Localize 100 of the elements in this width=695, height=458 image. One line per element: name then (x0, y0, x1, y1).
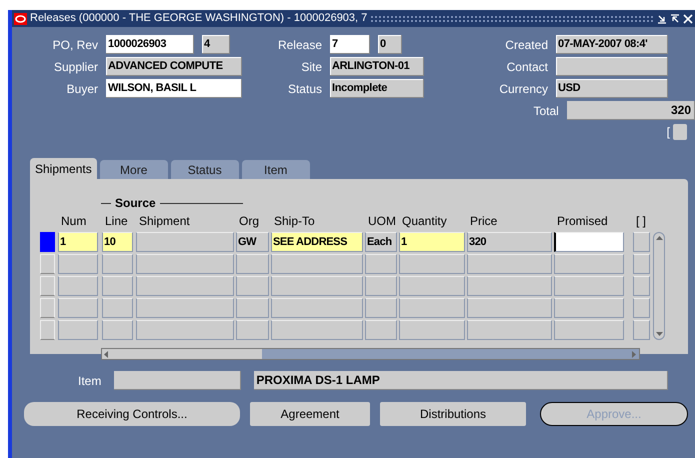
minimize-icon[interactable] (657, 14, 667, 24)
input-field[interactable]: WILSON, BASIL L (106, 79, 242, 98)
readonly-field[interactable] (556, 57, 668, 76)
table-cell[interactable]: SEE ADDRESS (271, 232, 363, 252)
scroll-right-icon[interactable] (632, 350, 636, 358)
readonly-field[interactable]: PROXIMA DS-1 LAMP (254, 371, 668, 390)
table-cell[interactable] (102, 320, 133, 340)
table-cell[interactable]: Each (365, 232, 397, 252)
table-cell[interactable] (365, 276, 397, 296)
table-cell[interactable] (399, 276, 465, 296)
table-cell[interactable] (365, 298, 397, 318)
table-cell[interactable] (467, 254, 552, 274)
action-button[interactable]: Agreement (250, 402, 370, 426)
column-header: Org (238, 213, 260, 230)
column-header: Line (104, 213, 129, 230)
table-cell[interactable] (58, 298, 98, 318)
table-cell[interactable]: GW (236, 232, 269, 252)
field-label: Currency (498, 80, 548, 98)
readonly-field[interactable]: ARLINGTON-01 (330, 57, 424, 76)
table-cell[interactable] (467, 276, 552, 296)
field-label: Total (532, 102, 559, 120)
table-cell[interactable] (271, 254, 363, 274)
row-selector[interactable] (40, 254, 55, 274)
table-cell[interactable] (271, 276, 363, 296)
table-cell[interactable] (633, 298, 650, 318)
table-cell[interactable] (633, 254, 650, 274)
readonly-field[interactable]: 0 (378, 35, 402, 54)
table-cell[interactable] (467, 320, 552, 340)
column-header: UOM (367, 213, 397, 230)
field-label: PO, Rev (52, 36, 98, 54)
table-cell[interactable] (554, 276, 624, 296)
table-cell[interactable] (136, 254, 234, 274)
table-cell[interactable] (365, 254, 397, 274)
table-cell[interactable] (399, 254, 465, 274)
table-cell[interactable] (633, 232, 650, 252)
close-icon[interactable] (683, 14, 693, 24)
table-cell[interactable] (271, 320, 363, 340)
maximize-icon[interactable] (670, 14, 680, 24)
tab[interactable]: More (100, 160, 168, 179)
scroll-down-icon[interactable] (656, 332, 662, 336)
table-cell[interactable] (271, 298, 363, 318)
column-header: Shipment (138, 213, 191, 230)
table-cell[interactable] (236, 276, 269, 296)
table-cell[interactable]: 10 (102, 232, 133, 252)
table-cell[interactable] (365, 320, 397, 340)
table-cell[interactable] (467, 298, 552, 318)
table-cell[interactable] (554, 298, 624, 318)
readonly-field[interactable]: USD (556, 79, 668, 98)
table-cell[interactable]: 320 (467, 232, 552, 252)
table-cell[interactable] (554, 254, 624, 274)
scroll-thumb[interactable] (102, 349, 262, 359)
readonly-field[interactable]: 07-MAY-2007 08:4' (556, 35, 668, 54)
table-cell[interactable] (102, 276, 133, 296)
table-cell[interactable] (102, 298, 133, 318)
table-cell[interactable] (58, 254, 98, 274)
row-selector[interactable] (40, 298, 55, 318)
scroll-left-icon[interactable] (104, 350, 108, 358)
action-button[interactable]: Receiving Controls... (24, 402, 240, 426)
row-selector[interactable] (40, 276, 55, 296)
row-selector[interactable] (40, 320, 55, 340)
group-title: Source (115, 195, 156, 212)
horizontal-scrollbar[interactable] (101, 348, 640, 360)
vertical-scrollbar[interactable] (653, 232, 665, 340)
table-cell[interactable] (136, 298, 234, 318)
table-cell[interactable] (102, 254, 133, 274)
field-label: Item (78, 372, 102, 390)
folder-mark: [ (666, 124, 670, 141)
column-header: Ship-To (273, 213, 316, 230)
column-header: Quantity (401, 213, 448, 230)
column-header: Promised (556, 213, 609, 230)
table-cell[interactable] (236, 298, 269, 318)
window-title: Releases (000000 - THE GEORGE WASHINGTON) - 1000026903, 7 (30, 11, 368, 26)
table-cell[interactable] (136, 276, 234, 296)
table-cell[interactable] (633, 320, 650, 340)
table-cell[interactable] (236, 254, 269, 274)
field-label: Supplier (52, 58, 98, 76)
readonly-field[interactable] (114, 371, 242, 390)
scroll-up-icon[interactable] (656, 236, 662, 240)
readonly-field[interactable]: ADVANCED COMPUTE (106, 57, 242, 76)
table-cell[interactable] (554, 232, 624, 252)
table-cell[interactable] (399, 298, 465, 318)
table-cell[interactable]: 1 (399, 232, 465, 252)
tab[interactable]: Status (170, 160, 239, 179)
table-cell[interactable] (236, 320, 269, 340)
table-cell[interactable] (399, 320, 465, 340)
table-cell[interactable] (136, 232, 234, 252)
tab[interactable]: Item (242, 160, 310, 179)
readonly-field[interactable]: 4 (202, 35, 230, 54)
table-cell[interactable] (58, 276, 98, 296)
input-field[interactable]: 1000026903 (106, 35, 194, 54)
table-cell[interactable]: 1 (58, 232, 98, 252)
table-cell[interactable] (554, 320, 624, 340)
table-cell[interactable] (58, 320, 98, 340)
action-button[interactable]: Distributions (380, 402, 526, 426)
tab[interactable]: Shipments (30, 158, 97, 179)
readonly-field[interactable]: Incomplete (330, 79, 424, 98)
input-field[interactable]: 7 (330, 35, 370, 54)
table-cell[interactable] (136, 320, 234, 340)
readonly-field[interactable]: 320 (566, 101, 695, 120)
table-cell[interactable] (633, 276, 650, 296)
